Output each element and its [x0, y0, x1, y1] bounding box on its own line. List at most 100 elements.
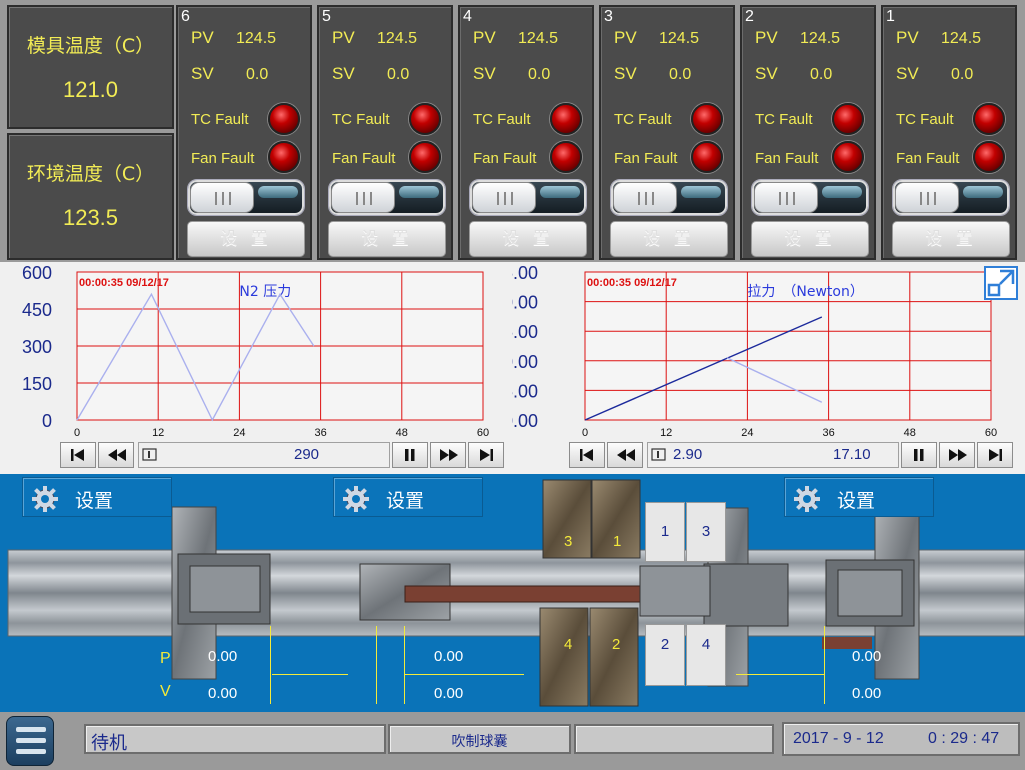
settings-label: 设置: [837, 490, 876, 512]
zone-panel-3: 3 PV 124.5 SV 0.0 TC Fault Fan Fault 设 置: [599, 5, 735, 260]
sv-label: SV: [332, 64, 355, 83]
position-field[interactable]: 290: [138, 442, 390, 468]
ambient-temp-label: 环境温度（C）: [26, 163, 155, 185]
last-button[interactable]: [468, 442, 504, 468]
chart-n2-controls: 290: [60, 442, 510, 468]
tc-fault-label: TC Fault: [332, 111, 390, 128]
pv-label: PV: [755, 28, 778, 47]
fast-forward-button[interactable]: [939, 442, 975, 468]
pause-button[interactable]: [392, 442, 428, 468]
fan-fault-led-icon: [550, 141, 582, 173]
zone-panel-6: 6 PV 124.5 SV 0.0 TC Fault Fan Fault 设 置: [176, 5, 312, 260]
settings-button-right[interactable]: 设置: [784, 477, 934, 517]
gear-icon: [32, 486, 58, 512]
pv-value: 124.5: [236, 30, 277, 47]
gripper-number: 1: [613, 533, 622, 550]
pv-value: 124.5: [659, 30, 700, 47]
heater-toggle[interactable]: [469, 179, 587, 216]
y-tick-label: 25.00: [512, 263, 538, 283]
x-tick-label: 36: [822, 427, 834, 439]
sv-value: 0.0: [669, 66, 692, 83]
heater-toggle[interactable]: [328, 179, 446, 216]
y-tick-label: 0.00: [512, 411, 538, 431]
charts-area: 0 12 24 36 48 60 600 450 300 150 0 00:00:35 09/12/1…: [0, 262, 1025, 474]
zone-number: 6: [181, 8, 190, 25]
rewind-button[interactable]: [607, 442, 643, 468]
state-field: 待机: [84, 724, 386, 754]
settings-button-left[interactable]: 设置: [22, 477, 172, 517]
zone-settings-button[interactable]: 设 置: [469, 221, 587, 257]
ambient-temp-box: 环境温度（C） 123.5: [7, 133, 174, 260]
x-tick-label: 0: [582, 427, 588, 439]
y-tick-label: 150: [22, 374, 52, 394]
zone-settings-button[interactable]: 设 置: [892, 221, 1010, 257]
rewind-button[interactable]: [98, 442, 134, 468]
y-tick-label: 600: [22, 263, 52, 283]
sv-label: SV: [191, 64, 214, 83]
heater-toggle[interactable]: [610, 179, 728, 216]
right-value: 17.10: [833, 446, 871, 463]
zone-panel-2: 2 PV 124.5 SV 0.0 TC Fault Fan Fault 设 置: [740, 5, 876, 260]
heater-toggle[interactable]: [187, 179, 305, 216]
heater-toggle[interactable]: [892, 179, 1010, 216]
pad-4[interactable]: 4: [686, 624, 726, 686]
heater-toggle[interactable]: [751, 179, 869, 216]
pad-2[interactable]: 2: [645, 624, 685, 686]
x-tick-label: 24: [233, 427, 245, 439]
y-tick-label: 15.00: [512, 322, 538, 342]
value-field[interactable]: 2.90 17.10: [647, 442, 899, 468]
tc-fault-led-icon: [973, 103, 1005, 135]
p-value-middle: 0.00: [434, 648, 464, 665]
settings-button-middle[interactable]: 设置: [333, 477, 483, 517]
sv-value: 0.0: [810, 66, 833, 83]
y-tick-label: 0: [42, 411, 52, 431]
x-tick-label: 60: [985, 427, 997, 439]
zone-panel-5: 5 PV 124.5 SV 0.0 TC Fault Fan Fault 设 置: [317, 5, 453, 260]
zone-settings-button[interactable]: 设 置: [751, 221, 869, 257]
zone-number: 3: [604, 8, 613, 25]
zone-panel-4: 4 PV 124.5 SV 0.0 TC Fault Fan Fault 设 置: [458, 5, 594, 260]
gear-icon: [343, 486, 369, 512]
pv-label: PV: [332, 28, 355, 47]
message-field: [574, 724, 774, 754]
tc-fault-led-icon: [550, 103, 582, 135]
pv-label: PV: [191, 28, 214, 47]
fan-fault-label: Fan Fault: [332, 150, 396, 167]
gripper-number: 4: [564, 636, 573, 653]
first-button[interactable]: [60, 442, 96, 468]
last-button[interactable]: [977, 442, 1013, 468]
fan-fault-led-icon: [409, 141, 441, 173]
x-tick-label: 48: [396, 427, 408, 439]
zone-number: 1: [886, 8, 895, 25]
zone-number: 4: [463, 8, 472, 25]
first-button[interactable]: [569, 442, 605, 468]
pause-button[interactable]: [901, 442, 937, 468]
pad-1[interactable]: 1: [645, 502, 685, 562]
time-text: 0 : 29 : 47: [928, 730, 1000, 747]
chart-title: 拉力 （Newton）: [747, 284, 863, 300]
sv-value: 0.0: [387, 66, 410, 83]
pad-3[interactable]: 3: [686, 502, 726, 562]
zone-settings-button[interactable]: 设 置: [328, 221, 446, 257]
y-tick-label: 10.00: [512, 352, 538, 372]
v-label: V: [160, 683, 171, 700]
menu-icon[interactable]: [6, 716, 54, 766]
n2-pressure-chart: 0 12 24 36 48 60 600 450 300 150 0 00:00:35 09/12/1…: [22, 263, 489, 439]
zone-settings-button[interactable]: 设 置: [610, 221, 728, 257]
pv-label: PV: [896, 28, 919, 47]
y-tick-label: 300: [22, 337, 52, 357]
machine-view: 设置 设置 设置 3 1 4 2 1 3 2 4 P V 0.00 0.00 0…: [0, 474, 1025, 712]
pv-value: 124.5: [941, 30, 982, 47]
fast-forward-button[interactable]: [430, 442, 466, 468]
settings-label: 设置: [75, 490, 114, 512]
sv-value: 0.0: [951, 66, 974, 83]
gripper-number: 2: [612, 636, 621, 653]
zone-settings-button[interactable]: 设 置: [187, 221, 305, 257]
x-tick-label: 12: [152, 427, 164, 439]
x-tick-label: 60: [477, 427, 489, 439]
date-text: 2017 - 9 - 12: [793, 730, 884, 747]
settings-label: 设置: [386, 490, 425, 512]
expand-icon[interactable]: [984, 266, 1018, 300]
tc-fault-led-icon: [832, 103, 864, 135]
fan-fault-label: Fan Fault: [473, 150, 537, 167]
